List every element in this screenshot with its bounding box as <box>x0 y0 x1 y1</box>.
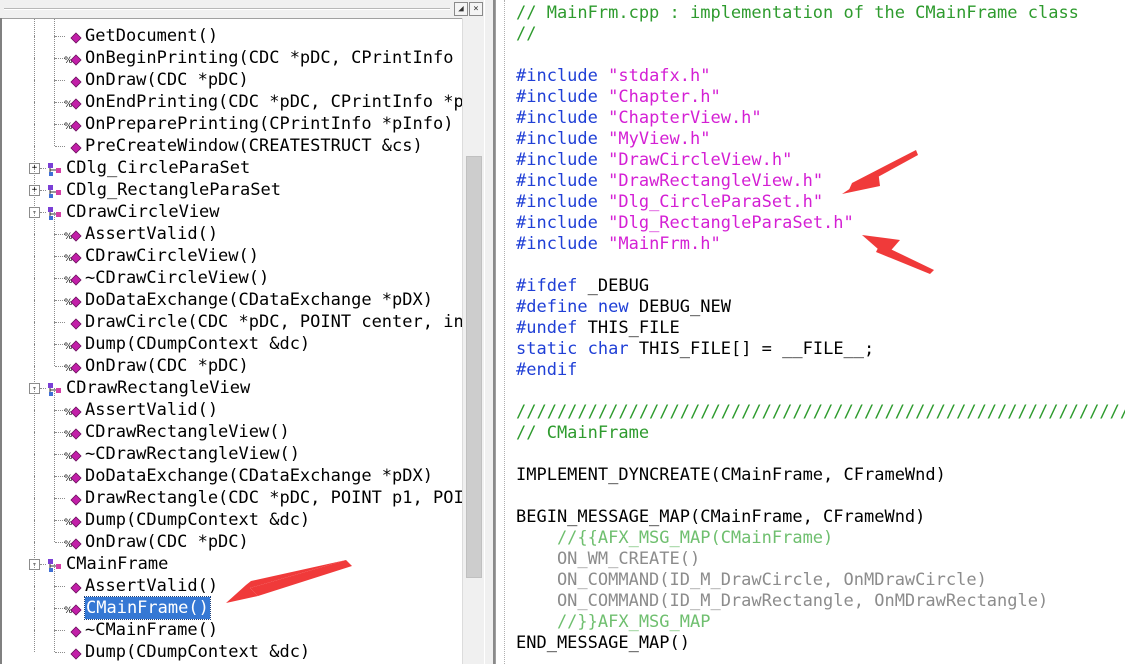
tree-node-label: DoDataExchange(CDataExchange *pDX) <box>85 290 433 310</box>
tree-method-node[interactable]: % OnDraw(CDC *pDC) <box>2 520 464 553</box>
tree-node-label: CDrawRectangleView() <box>85 422 290 442</box>
code-line: #include "Dlg_RectangleParaSet.h" <box>516 213 854 233</box>
code-line: // <box>516 24 537 44</box>
tree-method-node[interactable]: % CMainFrame() <box>2 586 464 620</box>
class-tree: GetDocument()% OnBeginPrinting(CDC *pDC, … <box>0 18 464 664</box>
code-line: #include "stdafx.h" <box>516 66 711 86</box>
code-line: IMPLEMENT_DYNCREATE(CMainFrame, CFrameWn… <box>516 465 946 485</box>
tree-method-node[interactable]: GetDocument() <box>2 18 464 47</box>
code-line: #define new DEBUG_NEW <box>516 297 731 317</box>
tree-method-node[interactable]: % ~CDrawCircleView() <box>2 256 464 289</box>
tree-method-node[interactable]: ~CMainFrame() <box>2 608 464 641</box>
scrollbar-thumb[interactable] <box>466 156 482 578</box>
code-line: #include "MainFrm.h" <box>516 234 721 254</box>
tree-node-label: PreCreateWindow(CREATESTRUCT &cs) <box>85 136 423 156</box>
tree-node-label: OnDraw(CDC *pDC) <box>85 70 249 90</box>
tree-node-label: OnDraw(CDC *pDC) <box>85 532 249 552</box>
tree-node-label: CDrawRectangleView <box>66 378 251 398</box>
tree-node-label: CMainFrame <box>66 554 169 574</box>
tree-node-label: CDrawCircleView <box>66 202 220 222</box>
tree-class-node[interactable]: - CDrawRectangleView <box>2 366 464 399</box>
tree-method-node[interactable]: % ~CDrawRectangleView() <box>2 432 464 465</box>
tree-node-label: DrawCircle(CDC *pDC, POINT center, int r… <box>85 312 464 332</box>
pane-toolbar: ◢ × <box>0 0 484 19</box>
code-line: ON_WM_CREATE() <box>516 549 701 569</box>
resize-pane-icon[interactable]: ◢ <box>454 2 468 16</box>
tree-method-node[interactable]: % Dump(CDumpContext &dc) <box>2 498 464 531</box>
tree-method-node[interactable]: % AssertValid() <box>2 212 464 245</box>
tree-node-label: DrawRectangle(CDC *pDC, POINT p1, POINT … <box>85 488 464 508</box>
code-line: #include "ChapterView.h" <box>516 108 762 128</box>
code-line: #endif <box>516 360 578 380</box>
tree-node-label: Dump(CDumpContext &dc) <box>85 642 311 662</box>
code-line: #include "Chapter.h" <box>516 87 721 107</box>
code-line: ////////////////////////////////////////… <box>516 402 1125 422</box>
code-editor[interactable]: // MainFrm.cpp : implementation of the C… <box>496 0 1125 664</box>
code-line: ON_COMMAND(ID_M_DrawRectangle, OnMDrawRe… <box>516 591 1049 611</box>
class-view-pane: ◢ × GetDocument()% OnBeginPrinting(CDC *p… <box>0 0 484 664</box>
tree-node-label: OnPreparePrinting(CPrintInfo *pInfo) <box>85 114 454 134</box>
toolbar-grip[interactable] <box>4 8 450 10</box>
code-line: #ifdef _DEBUG <box>516 276 650 296</box>
tree-method-node[interactable]: % CDrawCircleView() <box>2 234 464 267</box>
tree-method-node[interactable]: % Dump(CDumpContext &dc) <box>2 322 464 355</box>
code-line: BEGIN_MESSAGE_MAP(CMainFrame, CFrameWnd) <box>516 507 926 527</box>
tree-method-node[interactable]: Dump(CDumpContext &dc) <box>2 630 464 664</box>
selected-tree-node-label: CMainFrame() <box>84 596 211 620</box>
close-pane-icon[interactable]: × <box>469 2 483 16</box>
tree-node-label: CDrawCircleView() <box>85 246 259 266</box>
tree-node-label: ~CMainFrame() <box>85 620 219 640</box>
tree-node-label: AssertValid() <box>85 576 219 596</box>
code-line: // CMainFrame <box>516 423 650 443</box>
code-line: END_MESSAGE_MAP() <box>516 633 690 653</box>
tree-node-label: AssertValid() <box>85 400 219 420</box>
code-line: ON_COMMAND(ID_M_DrawCircle, OnMDrawCircl… <box>516 570 987 590</box>
code-line: #include "DrawCircleView.h" <box>516 150 793 170</box>
tree-method-node[interactable]: %OnBeginPrinting(CDC *pDC, CPrintInfo *p… <box>2 36 464 69</box>
tree-method-node[interactable]: PreCreateWindow(CREATESTRUCT &cs) <box>2 124 464 157</box>
code-line: #undef THIS_FILE <box>516 318 680 338</box>
tree-node-label: Dump(CDumpContext &dc) <box>85 334 311 354</box>
tree-method-node[interactable]: % CDrawRectangleView() <box>2 410 464 443</box>
tree-method-node[interactable]: DrawCircle(CDC *pDC, POINT center, int r… <box>2 300 464 333</box>
tree-method-node[interactable]: AssertValid() <box>2 564 464 597</box>
code-line: #include "DrawRectangleView.h" <box>516 171 824 191</box>
tree-method-node[interactable]: %OnEndPrinting(CDC *pDC, CPrintInfo *pIn… <box>2 80 464 113</box>
tree-node-label: OnBeginPrinting(CDC *pDC, CPrintInfo *pI… <box>85 48 464 68</box>
pane-splitter[interactable] <box>484 0 496 664</box>
code-line: #include "Dlg_CircleParaSet.h" <box>516 192 824 212</box>
tree-vertical-scrollbar[interactable] <box>462 18 484 664</box>
tree-node-label: DoDataExchange(CDataExchange *pDX) <box>85 466 433 486</box>
tree-method-node[interactable]: % OnPreparePrinting(CPrintInfo *pInfo) <box>2 102 464 135</box>
tree-node-label: OnDraw(CDC *pDC) <box>85 356 249 376</box>
tree-node-label: CDlg_RectangleParaSet <box>66 180 281 200</box>
code-line: #include "MyView.h" <box>516 129 711 149</box>
tree-node-label: ~CDrawCircleView() <box>85 268 270 288</box>
tree-node-label: CDlg_CircleParaSet <box>66 158 251 178</box>
tree-class-node[interactable]: + CDlg_RectangleParaSet <box>2 168 464 201</box>
tree-method-node[interactable]: DrawRectangle(CDC *pDC, POINT p1, POINT … <box>2 476 464 509</box>
code-line: //}}AFX_MSG_MAP <box>516 612 711 632</box>
tree-class-node[interactable]: - CMainFrame <box>2 542 464 575</box>
tree-node-label: Dump(CDumpContext &dc) <box>85 510 311 530</box>
tree-method-node[interactable]: % OnDraw(CDC *pDC) <box>2 344 464 377</box>
tree-method-node[interactable]: % DoDataExchange(CDataExchange *pDX) <box>2 454 464 487</box>
public-method-icon <box>68 645 82 664</box>
tree-method-node[interactable]: % AssertValid() <box>2 388 464 421</box>
tree-node-label: OnEndPrinting(CDC *pDC, CPrintInfo *pInf… <box>85 92 464 112</box>
code-line: // MainFrm.cpp : implementation of the C… <box>516 3 1079 23</box>
tree-method-node[interactable]: % DoDataExchange(CDataExchange *pDX) <box>2 278 464 311</box>
tree-node-label: ~CDrawRectangleView() <box>85 444 300 464</box>
tree-node-label: GetDocument() <box>85 26 219 46</box>
code-line: //{{AFX_MSG_MAP(CMainFrame) <box>516 528 834 548</box>
tree-class-node[interactable]: - CDrawCircleView <box>2 190 464 223</box>
tree-method-node[interactable]: OnDraw(CDC *pDC) <box>2 58 464 91</box>
tree-class-node[interactable]: + CDlg_CircleParaSet <box>2 146 464 179</box>
tree-node-label: AssertValid() <box>85 224 219 244</box>
code-line: static char THIS_FILE[] = __FILE__; <box>516 339 875 359</box>
editor-gutter <box>504 0 505 664</box>
